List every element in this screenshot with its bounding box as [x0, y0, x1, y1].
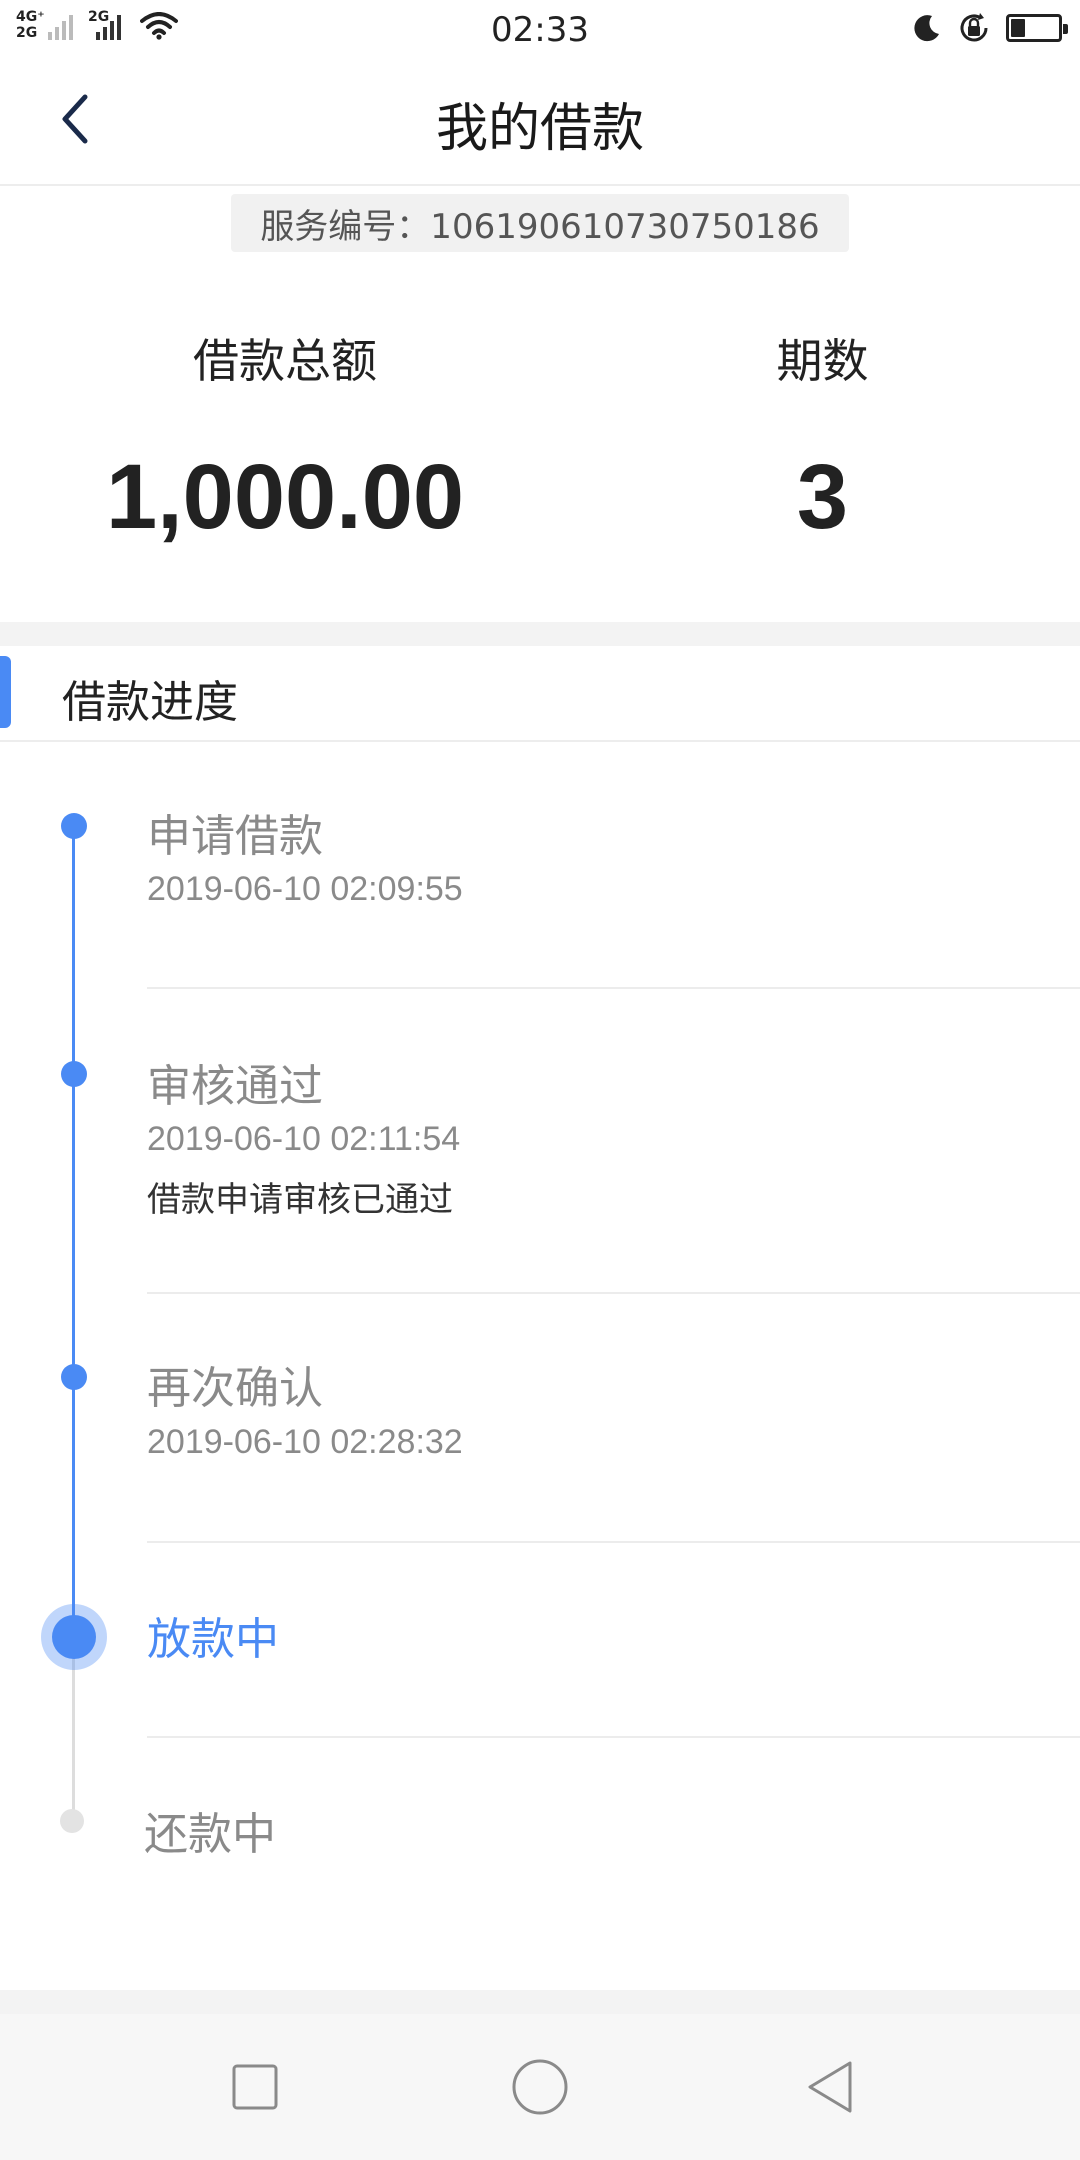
step-title: 申请借款 — [147, 811, 323, 862]
step-title: 再次确认 — [147, 1363, 323, 1414]
step-divider — [147, 1736, 1080, 1738]
status-bar: 4G⁺ 2G 2G 02:33 — [0, 0, 1080, 56]
rotation-lock-icon — [960, 13, 988, 42]
home-button[interactable] — [502, 2049, 578, 2125]
step-divider — [147, 1292, 1080, 1294]
back-triangle-icon — [808, 2061, 852, 2113]
step-dot — [60, 1809, 84, 1833]
timeline-line-done — [72, 826, 75, 1636]
periods-value: 3 — [796, 446, 849, 548]
page-title: 我的借款 — [435, 99, 644, 159]
bottom-divider — [0, 1990, 1080, 2014]
step-dot — [52, 1615, 96, 1659]
section-accent-bar — [0, 656, 11, 728]
nav-bar: 我的借款 — [0, 56, 1080, 186]
step-dot — [61, 1061, 87, 1087]
battery-fill — [1011, 19, 1025, 37]
step-title: 放款中 — [147, 1614, 279, 1665]
step-dot — [61, 813, 87, 839]
step-title: 还款中 — [144, 1809, 276, 1860]
periods-label: 期数 — [776, 334, 869, 388]
home-circle-icon — [512, 2059, 568, 2115]
progress-section-header: 借款进度 — [0, 646, 1080, 742]
system-nav-bar — [0, 2014, 1080, 2160]
step-divider — [147, 1541, 1080, 1543]
step-time: 2019-06-10 02:11:54 — [147, 1120, 461, 1158]
step-time: 2019-06-10 02:09:55 — [147, 870, 463, 908]
loan-amount-value: 1,000.00 — [105, 446, 465, 548]
loan-amount-label: 借款总额 — [193, 334, 377, 388]
step-note: 借款申请审核已通过 — [147, 1180, 453, 1220]
service-number: 服务编号：106190610730750186 — [231, 194, 849, 252]
system-back-button[interactable] — [792, 2049, 868, 2125]
step-divider — [147, 987, 1080, 989]
recents-button[interactable] — [217, 2049, 293, 2125]
battery-icon — [1006, 14, 1068, 42]
section-divider — [0, 622, 1080, 646]
step-title: 审核通过 — [147, 1061, 323, 1112]
step-dot — [61, 1364, 87, 1390]
step-time: 2019-06-10 02:28:32 — [147, 1423, 463, 1461]
moon-icon — [914, 15, 939, 42]
recents-square-icon — [232, 2064, 278, 2110]
section-title: 借款进度 — [62, 677, 238, 728]
